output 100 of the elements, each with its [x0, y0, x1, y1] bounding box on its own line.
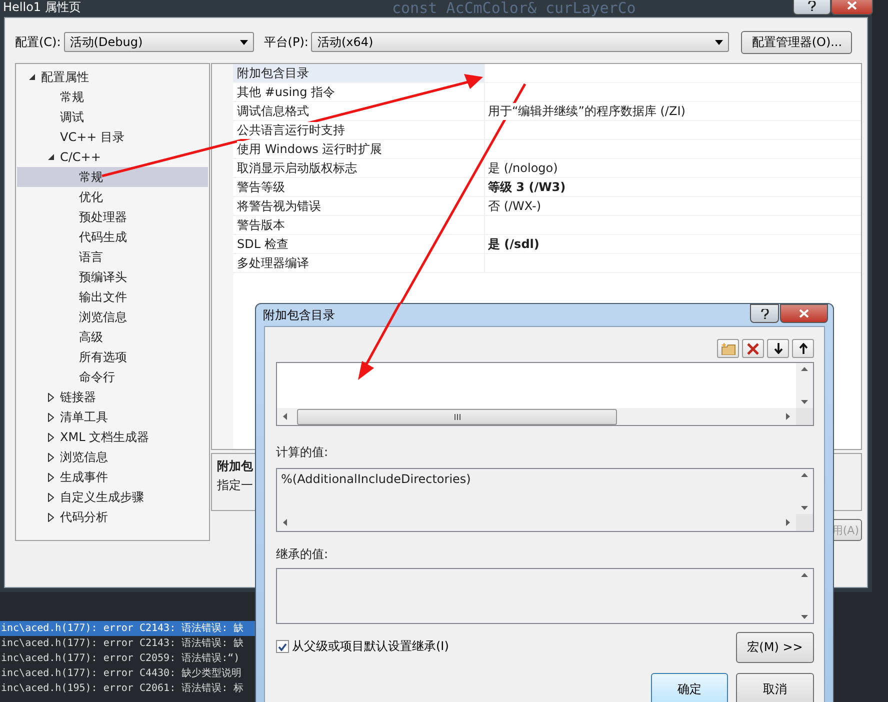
collapsed-arrow-icon[interactable] — [48, 432, 54, 442]
move-down-button[interactable] — [767, 339, 789, 358]
config-manager-button[interactable]: 配置管理器(O)... — [741, 30, 852, 54]
tree-item[interactable]: 优化 — [17, 187, 208, 207]
property-name[interactable]: 公共语言运行时支持 — [233, 121, 485, 140]
tree-item[interactable]: C/C++ — [17, 147, 208, 167]
tree-item[interactable]: 生成事件 — [17, 467, 208, 487]
tree-item[interactable]: 调试 — [17, 107, 208, 127]
property-name[interactable]: 其他 #using 指令 — [233, 83, 485, 102]
tree-item[interactable]: 高级 — [17, 327, 208, 347]
tree-item[interactable]: 输出文件 — [17, 287, 208, 307]
read-only-list[interactable]: %(AdditionalIncludeDirectories) — [276, 468, 814, 532]
tree-item[interactable]: XML 文档生成器 — [17, 427, 208, 447]
inherit-checkbox[interactable]: 从父级或项目默认设置继承(I) — [276, 638, 449, 655]
property-name[interactable]: 警告等级 — [233, 178, 485, 197]
property-name[interactable]: 附加包含目录 — [233, 64, 485, 83]
scroll-left-icon[interactable] — [283, 519, 287, 526]
scroll-down-icon[interactable] — [801, 506, 808, 510]
collapsed-arrow-icon[interactable] — [48, 472, 54, 482]
tree-item[interactable]: 链接器 — [17, 387, 208, 407]
expanded-arrow-icon[interactable] — [29, 74, 35, 80]
dropdown-arrow-icon — [715, 40, 724, 44]
scrollbar-corner — [796, 408, 813, 425]
move-up-button[interactable] — [792, 339, 814, 358]
ok-button[interactable]: 确定 — [651, 673, 728, 702]
scroll-down-icon[interactable] — [801, 615, 808, 619]
dialog-title: 附加包含目录 — [263, 306, 335, 324]
help-icon — [808, 0, 816, 10]
close-icon — [847, 1, 857, 10]
tree-item[interactable]: 浏览信息 — [17, 447, 208, 467]
platform-dropdown[interactable]: 活动(x64) — [311, 32, 730, 52]
property-name[interactable]: 调试信息格式 — [233, 102, 485, 121]
new-folder-button[interactable] — [717, 339, 739, 358]
config-label: 配置(C): — [15, 34, 61, 50]
check-icon — [278, 642, 287, 650]
tree-item[interactable]: 预编译头 — [17, 267, 208, 287]
inherited-list[interactable] — [276, 568, 814, 624]
tree-item[interactable]: 自定义生成步骤 — [17, 487, 208, 507]
close-icon — [799, 309, 809, 318]
property-name[interactable]: 警告版本 — [233, 216, 485, 235]
scroll-up-icon[interactable] — [801, 367, 808, 371]
close-button[interactable] — [780, 304, 828, 323]
property-name[interactable]: SDL 检查 — [233, 235, 485, 254]
tree-item[interactable]: 代码分析 — [17, 507, 208, 527]
tree-item[interactable]: 所有选项 — [17, 347, 208, 367]
tree-item[interactable]: 浏览信息 — [17, 307, 208, 327]
scroll-left-icon[interactable] — [283, 413, 287, 420]
property-value: 等级 3 (/W3) — [488, 178, 566, 196]
up-arrow-icon — [798, 343, 808, 354]
tree-item[interactable]: 清单工具 — [17, 407, 208, 427]
tree-item[interactable]: 常规 — [17, 167, 208, 187]
macros-button[interactable]: 宏(M) >> — [736, 632, 814, 663]
property-value: 否 (/WX-) — [488, 198, 542, 214]
description-title: 附加包 — [217, 458, 253, 476]
collapsed-arrow-icon[interactable] — [48, 452, 54, 462]
delete-icon — [747, 342, 759, 354]
scroll-down-icon[interactable] — [801, 400, 808, 404]
tree-item[interactable]: VC++ 目录 — [17, 127, 208, 147]
inherited-label: 继承的值: — [276, 546, 328, 563]
config-dropdown[interactable]: 活动(Debug) — [64, 32, 254, 52]
collapsed-arrow-icon[interactable] — [48, 392, 54, 402]
description-text: 指定一 — [217, 477, 253, 494]
cancel-button[interactable]: 取消 — [736, 673, 814, 702]
help-button[interactable] — [793, 0, 831, 15]
collapsed-arrow-icon[interactable] — [48, 412, 54, 422]
tree-item[interactable]: 常规 — [17, 87, 208, 107]
scroll-up-icon[interactable] — [801, 573, 808, 577]
close-button[interactable] — [831, 0, 873, 15]
scroll-right-icon[interactable] — [786, 519, 790, 526]
collapsed-arrow-icon[interactable] — [48, 512, 54, 522]
dropdown-arrow-icon — [240, 40, 248, 44]
expanded-arrow-icon[interactable] — [48, 154, 54, 160]
scroll-right-icon[interactable] — [786, 413, 790, 420]
property-value: 用于“编辑并继续”的程序数据库 (/ZI) — [488, 102, 686, 120]
property-name[interactable]: 取消显示启动版权标志 — [233, 159, 485, 178]
directory-list[interactable] — [276, 362, 814, 426]
code-text: const AcCmColor& curLayerCo — [392, 0, 636, 16]
tree-item[interactable]: 配置属性 — [17, 67, 208, 87]
window-title: Hello1 属性页 — [3, 0, 81, 14]
computed-label: 计算的值: — [276, 444, 328, 461]
property-value: 是 (/nologo) — [488, 160, 558, 176]
delete-button[interactable] — [742, 339, 764, 358]
computed-value: %(AdditionalIncludeDirectories) — [281, 472, 471, 486]
folder-icon — [720, 342, 736, 354]
help-button[interactable] — [750, 304, 779, 323]
property-name[interactable]: 使用 Windows 运行时扩展 — [233, 140, 485, 159]
property-name[interactable]: 将警告视为错误 — [233, 197, 485, 216]
property-name[interactable]: 多处理器编译 — [233, 254, 485, 273]
scroll-up-icon[interactable] — [801, 473, 808, 477]
down-arrow-icon — [774, 343, 782, 354]
scroll-thumb[interactable] — [297, 409, 617, 425]
collapsed-arrow-icon[interactable] — [48, 492, 54, 502]
help-icon — [760, 308, 768, 318]
platform-label: 平台(P): — [264, 34, 308, 50]
tree-item[interactable]: 代码生成 — [17, 227, 208, 247]
scrollbar-corner — [796, 514, 813, 531]
tree-item[interactable]: 命令行 — [17, 367, 208, 387]
property-value: 是 (/sdl) — [488, 236, 540, 252]
tree-item[interactable]: 预处理器 — [17, 207, 208, 227]
tree-item[interactable]: 语言 — [17, 247, 208, 267]
